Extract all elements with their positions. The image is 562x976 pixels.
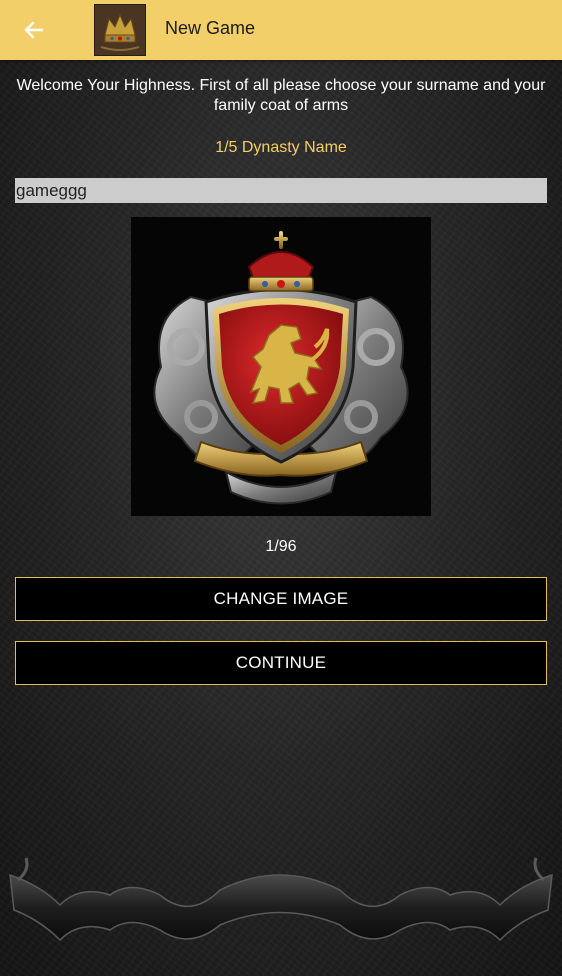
arrow-left-icon: [24, 21, 44, 39]
back-button[interactable]: [18, 14, 50, 46]
coat-of-arms-image: [131, 217, 431, 516]
step-indicator: 1/5 Dynasty Name: [215, 139, 347, 156]
change-image-button[interactable]: CHANGE IMAGE: [15, 577, 547, 621]
ribbon-scroll-decoration: [9, 857, 553, 942]
welcome-message: Welcome Your Highness. First of all plea…: [16, 77, 546, 114]
image-counter: 1/96: [265, 538, 297, 555]
continue-button[interactable]: CONTINUE: [15, 641, 547, 685]
page-title: New Game: [165, 18, 256, 38]
app-bar: New Game: [0, 0, 562, 60]
crown-emblem-icon: [94, 4, 146, 56]
dynasty-name-input[interactable]: [15, 178, 547, 203]
lion-crest-shield: [153, 231, 409, 505]
